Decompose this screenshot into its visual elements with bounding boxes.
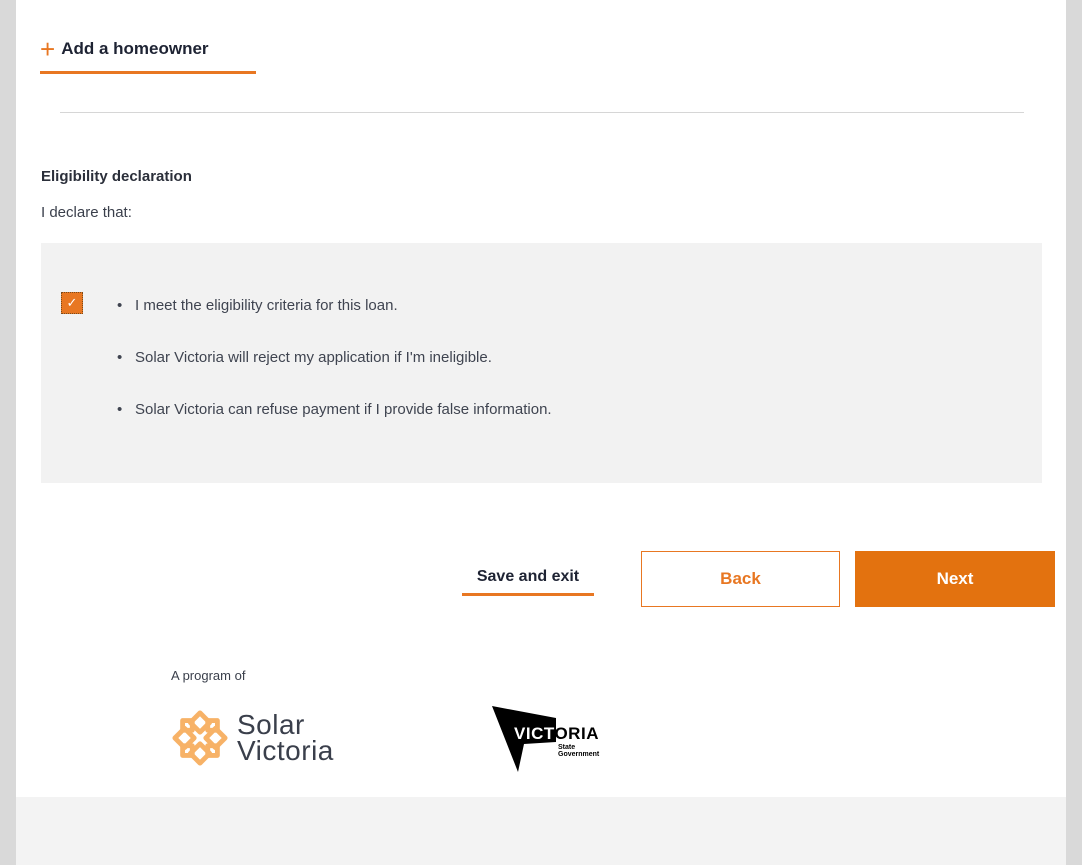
solar-victoria-emblem-icon	[172, 710, 228, 766]
declaration-item: Solar Victoria will reject my applicatio…	[117, 349, 552, 367]
form-card: + Add a homeowner Eligibility declaratio…	[16, 0, 1066, 865]
state-government-text: State Government	[558, 744, 608, 758]
declaration-checkbox[interactable]: ✓	[61, 292, 83, 314]
victoria-text: VICTORIA	[514, 724, 599, 743]
solar-victoria-wordmark: Solar Victoria	[237, 711, 334, 766]
victoria-state-government-logo: VICTORIA State Government	[490, 704, 610, 774]
back-button[interactable]: Back	[641, 551, 840, 607]
add-homeowner-label: Add a homeowner	[61, 39, 209, 58]
next-button[interactable]: Next	[855, 551, 1055, 607]
save-and-exit-link[interactable]: Save and exit	[462, 566, 594, 596]
declaration-intro: I declare that:	[41, 204, 132, 221]
declaration-item: Solar Victoria can refuse payment if I p…	[117, 401, 552, 419]
footer-band	[16, 797, 1066, 865]
section-divider	[60, 112, 1024, 113]
declaration-item: I meet the eligibility criteria for this…	[117, 297, 552, 315]
solar-victoria-logo: Solar Victoria	[171, 706, 371, 770]
victoria-wordmark: VICTORIA	[514, 724, 599, 744]
declaration-list: I meet the eligibility criteria for this…	[117, 297, 552, 453]
eligibility-title: Eligibility declaration	[41, 168, 192, 185]
add-homeowner-link[interactable]: + Add a homeowner	[40, 36, 256, 74]
program-of-label: A program of	[171, 668, 246, 683]
check-icon: ✓	[66, 295, 78, 310]
victoria-word: Victoria	[237, 735, 334, 766]
declaration-panel: ✓ I meet the eligibility criteria for th…	[41, 243, 1042, 483]
plus-icon: +	[40, 34, 56, 64]
government-text: Government	[558, 751, 600, 758]
state-text: State	[558, 744, 576, 751]
